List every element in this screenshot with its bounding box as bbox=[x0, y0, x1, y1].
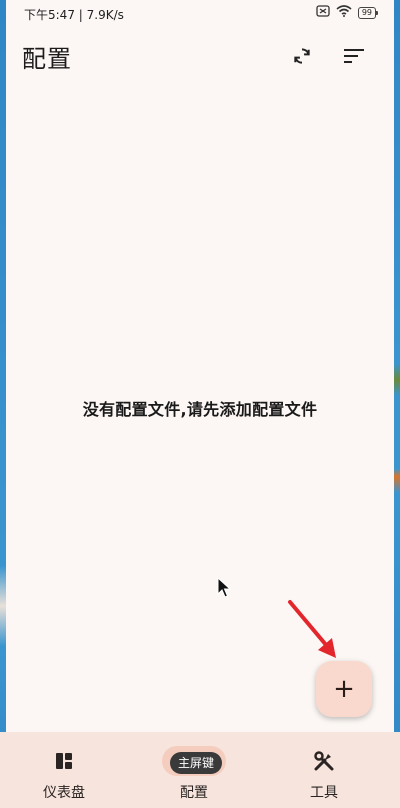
tools-icon bbox=[314, 751, 334, 771]
nav-item-dashboard[interactable]: 仪表盘 bbox=[4, 732, 124, 808]
nav-label-tools: 工具 bbox=[310, 785, 338, 801]
nav-icon-container bbox=[292, 746, 356, 776]
plus-icon: + bbox=[333, 674, 355, 704]
nav-icon-container bbox=[32, 746, 96, 776]
sort-icon bbox=[344, 49, 364, 63]
status-bar: 下午5:47 | 7.9K/s 99 bbox=[6, 0, 394, 26]
nav-label-config: 配置 bbox=[180, 785, 208, 801]
refresh-icon bbox=[294, 48, 310, 64]
dashboard-icon bbox=[56, 753, 72, 769]
wifi-icon bbox=[336, 5, 352, 20]
page-title: 配置 bbox=[22, 45, 72, 73]
sort-button[interactable] bbox=[340, 42, 368, 70]
sim-off-icon bbox=[316, 5, 330, 20]
mouse-cursor-icon bbox=[217, 576, 232, 603]
add-profile-button[interactable]: + bbox=[316, 661, 372, 717]
nav-label-dashboard: 仪表盘 bbox=[43, 785, 85, 801]
battery-indicator: 99 bbox=[357, 6, 379, 19]
status-icons: 99 bbox=[316, 5, 379, 20]
refresh-button[interactable] bbox=[288, 42, 316, 70]
home-key-tooltip: 主屏键 bbox=[170, 752, 223, 774]
red-arrow-annotation-icon bbox=[284, 598, 344, 666]
app-header: 配置 bbox=[6, 36, 394, 76]
status-time-speed: 下午5:47 | 7.9K/s bbox=[24, 8, 124, 22]
empty-state-message: 没有配置文件,请先添加配置文件 bbox=[82, 400, 318, 419]
nav-item-tools[interactable]: 工具 bbox=[264, 732, 384, 808]
